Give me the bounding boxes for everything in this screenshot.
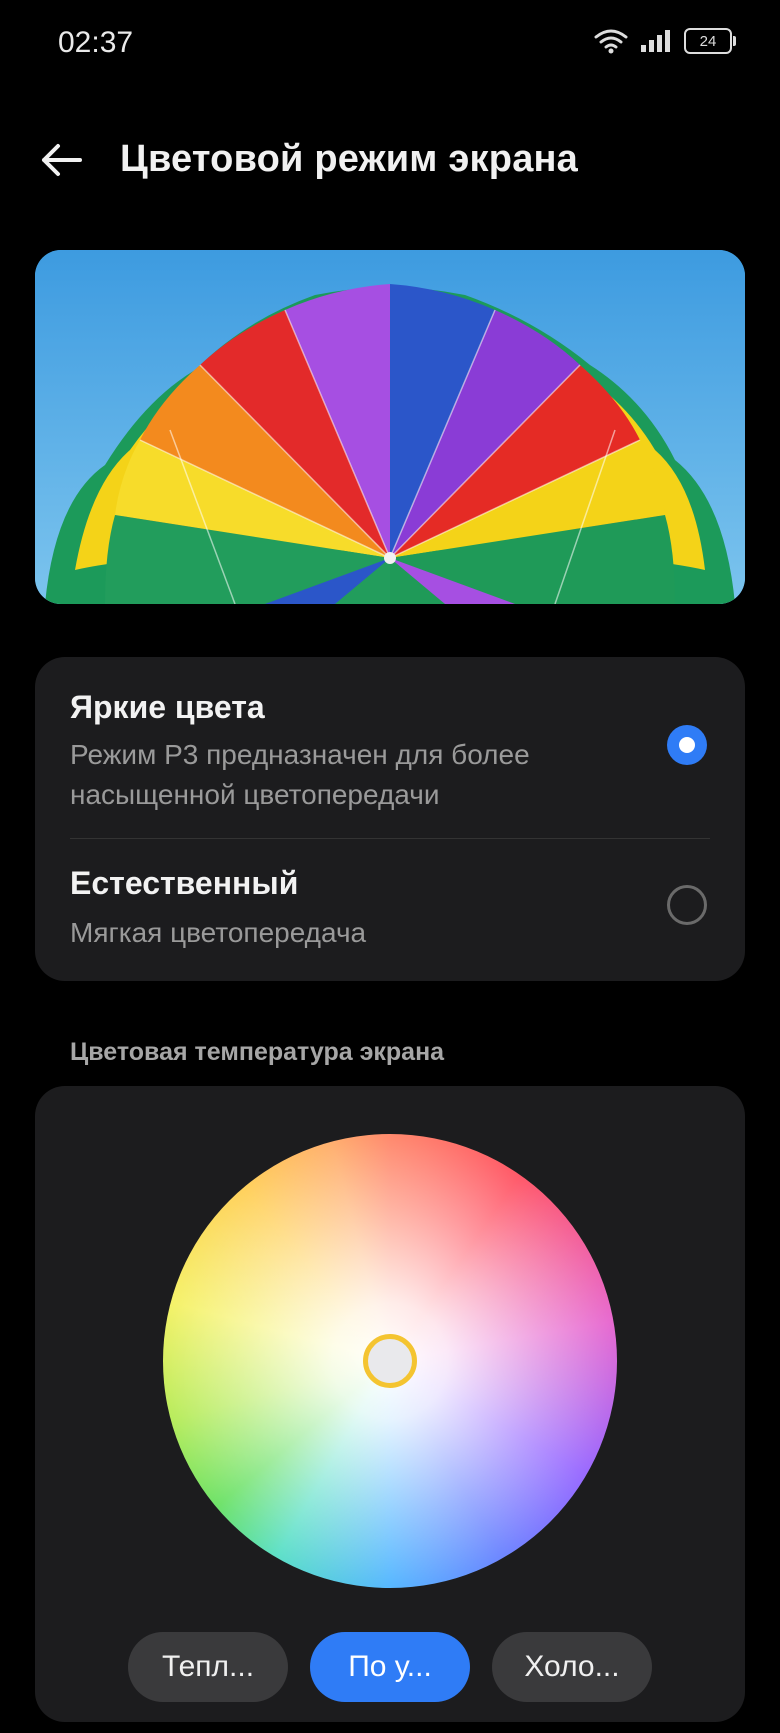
mode-option-vivid[interactable]: Яркие цвета Режим P3 предназначен для бо… [35, 657, 745, 838]
battery-level: 24 [699, 32, 717, 50]
mode-title: Яркие цвета [70, 689, 265, 725]
mode-option-natural[interactable]: Естественный Мягкая цветопередача [35, 839, 745, 981]
warm-button[interactable]: Тепл... [128, 1632, 288, 1702]
color-wheel-handle[interactable] [363, 1334, 417, 1388]
mode-description: Мягкая цветопередача [70, 917, 367, 948]
signal-icon [641, 30, 670, 52]
radio-selected[interactable] [667, 725, 707, 765]
parachute-canopy-photo [35, 250, 745, 604]
color-mode-card: Яркие цвета Режим P3 предназначен для бо… [35, 657, 745, 981]
battery-icon: 24 [684, 28, 736, 54]
color-temperature-card: Тепл... По у... Холо... [35, 1086, 745, 1722]
status-time: 02:37 [58, 26, 134, 59]
header: Цветовой режим экрана [0, 120, 780, 200]
mode-description: Режим P3 предназначен для более насыщенн… [70, 739, 530, 810]
status-icons: 24 [594, 28, 736, 54]
mode-title: Естественный [70, 865, 299, 901]
arrow-left-icon[interactable] [36, 138, 86, 182]
section-label: Цветовая температура экрана [70, 1038, 445, 1066]
wifi-icon [594, 29, 628, 54]
default-button[interactable]: По у... [310, 1632, 470, 1702]
radio-unselected[interactable] [667, 885, 707, 925]
color-wheel[interactable] [163, 1134, 617, 1588]
cool-button[interactable]: Холо... [492, 1632, 652, 1702]
status-bar: 02:37 24 [0, 0, 780, 90]
preview-image [35, 250, 745, 604]
page-title: Цветовой режим экрана [120, 138, 579, 180]
